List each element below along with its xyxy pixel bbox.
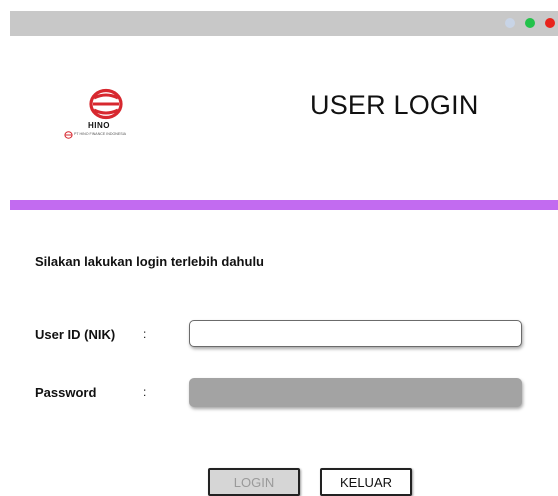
- minimize-button[interactable]: [505, 18, 515, 28]
- company-logo: HINO PT HINO FINANCE INDONESIA: [62, 88, 152, 150]
- logo-company-text: PT HINO FINANCE INDONESIA: [74, 132, 127, 136]
- hino-small-mark-icon: [64, 131, 73, 139]
- login-instruction: Silakan lakukan login terlebih dahulu: [35, 254, 264, 269]
- close-button[interactable]: [545, 18, 555, 28]
- login-window: HINO PT HINO FINANCE INDONESIA USER LOGI…: [0, 0, 558, 496]
- accent-divider: [10, 200, 558, 210]
- hino-logo-icon: [89, 88, 123, 120]
- maximize-button[interactable]: [525, 18, 535, 28]
- password-label: Password: [35, 385, 97, 400]
- title-bar: [10, 11, 558, 36]
- password-input[interactable]: [189, 378, 522, 407]
- password-colon: :: [143, 385, 147, 399]
- userid-label: User ID (NIK): [35, 327, 116, 342]
- logo-brand-text: HINO: [88, 121, 110, 130]
- login-button[interactable]: LOGIN: [208, 468, 300, 496]
- userid-input[interactable]: [189, 320, 522, 347]
- page-title: USER LOGIN: [310, 90, 479, 120]
- userid-colon: :: [143, 327, 147, 341]
- exit-button[interactable]: KELUAR: [320, 468, 412, 496]
